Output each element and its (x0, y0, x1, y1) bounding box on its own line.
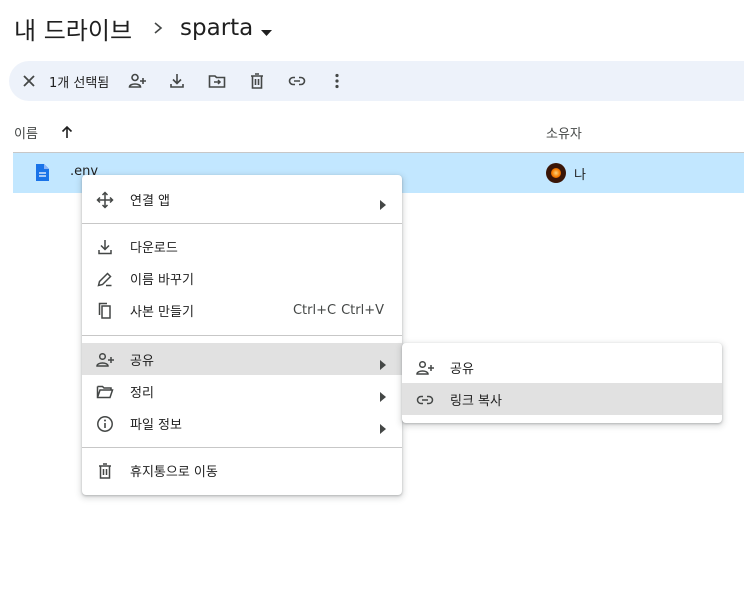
folder-open-icon (95, 382, 115, 402)
context-menu: 연결 앱 다운로드 이름 바꾸기 사본 만들기 Ctrl+C Ctrl+V 공유 … (82, 175, 402, 495)
breadcrumb-folder-name: sparta (180, 15, 254, 41)
person-add-icon (128, 73, 147, 88)
close-icon (23, 75, 35, 87)
column-header-owner[interactable]: 소유자 (546, 116, 582, 148)
column-header-owner-label: 소유자 (546, 126, 582, 142)
menu-item-make-copy[interactable]: 사본 만들기 Ctrl+C Ctrl+V (82, 294, 402, 326)
folder-move-icon (208, 75, 226, 88)
more-vert-icon (335, 73, 339, 89)
arrow-right-icon (380, 355, 386, 374)
column-header-name-label: 이름 (14, 126, 38, 142)
more-actions-button[interactable] (317, 61, 357, 101)
breadcrumb-current-folder[interactable]: sparta (178, 14, 273, 42)
menu-item-label: 파일 정보 (130, 417, 182, 433)
copy-icon (95, 301, 115, 321)
menu-item-organize[interactable]: 정리 (82, 375, 402, 407)
download-icon (170, 74, 185, 88)
keyboard-shortcut: Ctrl+C Ctrl+V (293, 303, 384, 318)
menu-item-label: 연결 앱 (130, 193, 171, 209)
shortcut-paste: Ctrl+V (341, 302, 384, 318)
selection-count: 1개 선택됨 (49, 75, 110, 91)
share-submenu: 공유 링크 복사 (402, 343, 722, 423)
avatar (546, 163, 566, 183)
breadcrumb: 내 드라이브 sparta (14, 8, 273, 48)
owner-name: 나 (574, 168, 586, 183)
menu-item-label: 링크 복사 (450, 393, 502, 409)
open-with-icon (95, 190, 115, 210)
trash-icon (95, 461, 115, 481)
chevron-right-icon (138, 8, 178, 48)
breadcrumb-my-drive[interactable]: 내 드라이브 (14, 11, 138, 46)
download-icon (95, 237, 115, 257)
menu-item-move-to-trash[interactable]: 휴지통으로 이동 (82, 454, 402, 486)
caret-down-icon (261, 16, 273, 42)
menu-item-label: 사본 만들기 (130, 304, 194, 320)
download-button[interactable] (157, 61, 197, 101)
document-icon (35, 164, 49, 185)
menu-item-file-info[interactable]: 파일 정보 (82, 407, 402, 439)
menu-item-open-with[interactable]: 연결 앱 (82, 183, 402, 215)
arrow-right-icon (380, 195, 386, 214)
share-button[interactable] (117, 61, 157, 101)
link-icon (288, 76, 306, 86)
person-add-icon (95, 350, 115, 370)
menu-divider (82, 447, 402, 448)
menu-item-label: 이름 바꾸기 (130, 272, 194, 288)
clear-selection-button[interactable] (9, 61, 49, 101)
menu-item-label: 공유 (450, 361, 474, 377)
shortcut-copy: Ctrl+C (292, 302, 337, 318)
selection-action-bar: 1개 선택됨 (9, 61, 744, 101)
submenu-item-share[interactable]: 공유 (402, 351, 722, 383)
arrow-right-icon (380, 419, 386, 438)
edit-pencil-icon (95, 269, 115, 289)
menu-divider (82, 223, 402, 224)
trash-icon (251, 73, 264, 89)
menu-item-download[interactable]: 다운로드 (82, 230, 402, 262)
menu-item-label: 공유 (130, 353, 154, 369)
menu-item-label: 다운로드 (130, 240, 178, 256)
sort-arrow-up-icon[interactable] (60, 125, 74, 139)
copy-link-button[interactable] (277, 61, 317, 101)
menu-item-label: 휴지통으로 이동 (130, 464, 218, 480)
menu-item-share[interactable]: 공유 (82, 343, 402, 375)
info-icon (95, 414, 115, 434)
menu-divider (82, 335, 402, 336)
move-button[interactable] (197, 61, 237, 101)
link-icon (415, 390, 435, 410)
arrow-right-icon (380, 387, 386, 406)
column-header-name[interactable]: 이름 (14, 116, 74, 148)
person-add-icon (415, 358, 435, 378)
delete-button[interactable] (237, 61, 277, 101)
submenu-item-copy-link[interactable]: 링크 복사 (402, 383, 722, 415)
menu-item-rename[interactable]: 이름 바꾸기 (82, 262, 402, 294)
menu-item-label: 정리 (130, 385, 154, 401)
